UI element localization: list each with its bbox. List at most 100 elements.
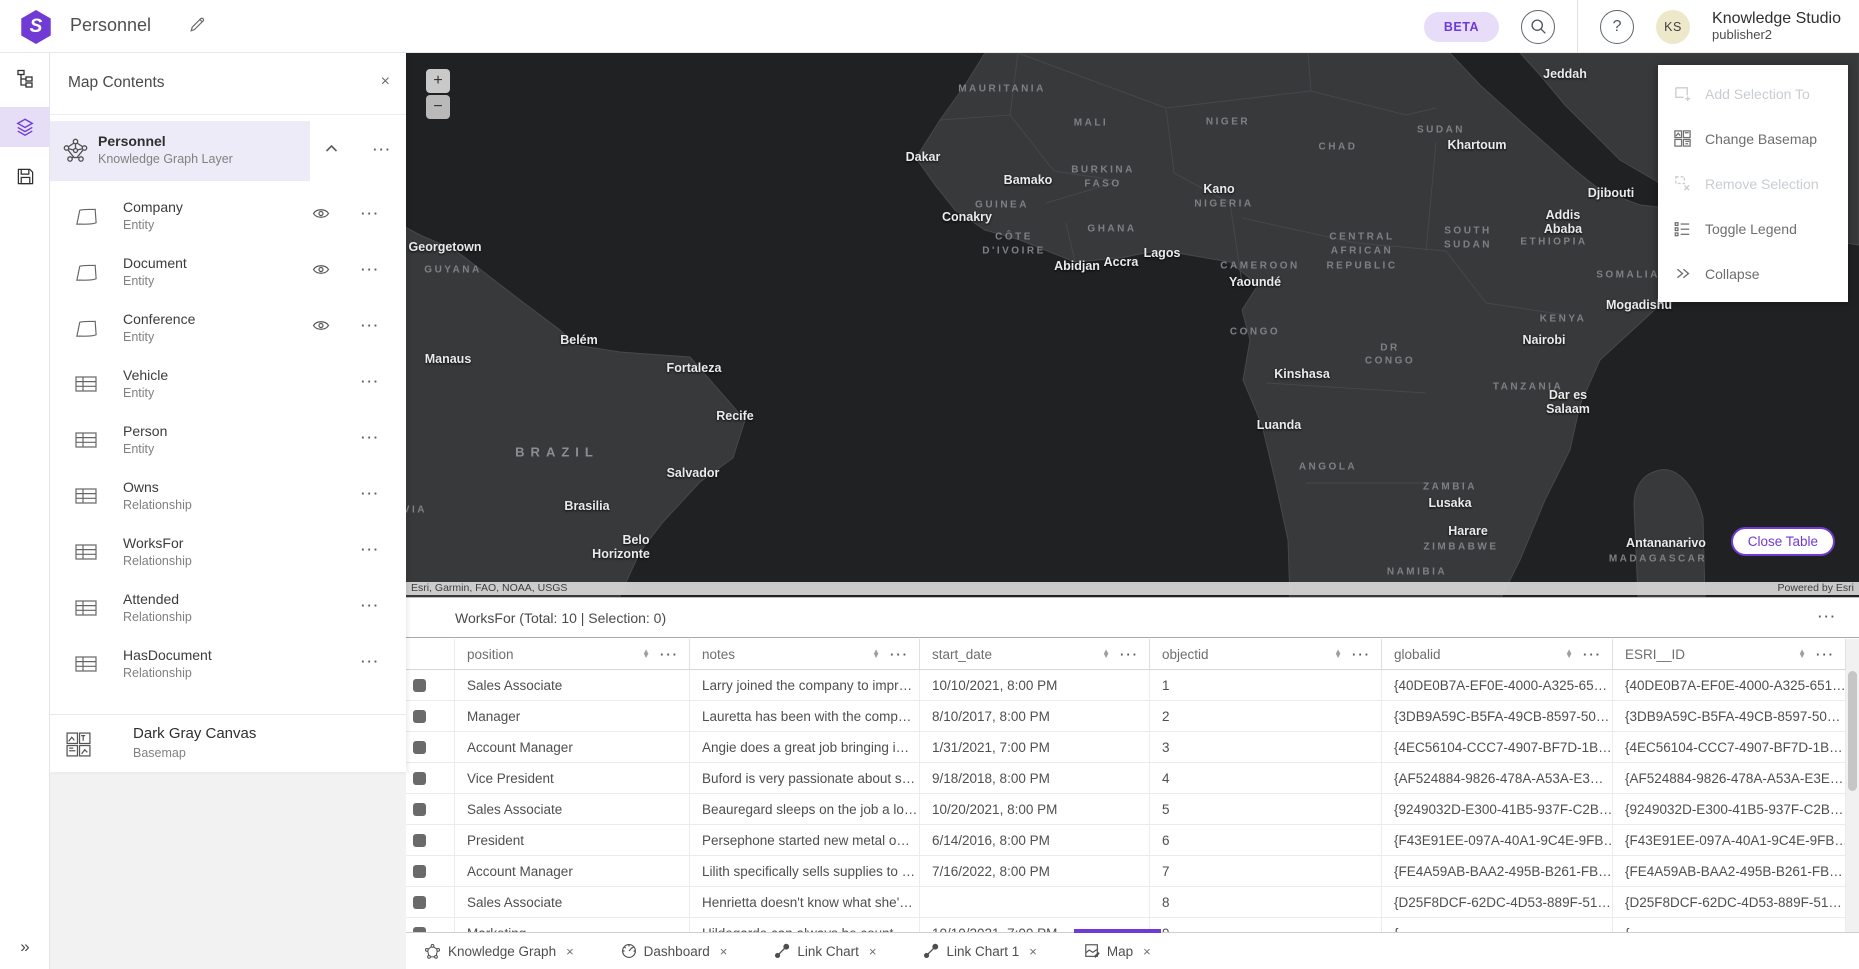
- visibility-eye-icon[interactable]: [312, 263, 330, 276]
- column-header-objectid: objectid▲▼···: [1150, 639, 1382, 669]
- layer-subtitle: Entity: [123, 386, 154, 400]
- knowledge-graph-layer-icon: [62, 137, 89, 164]
- menu-item-change-basemap[interactable]: Change Basemap: [1658, 116, 1848, 161]
- sort-icon[interactable]: ▲▼: [642, 650, 650, 659]
- row-checkbox[interactable]: [413, 710, 426, 723]
- column-menu-icon[interactable]: ···: [1120, 647, 1139, 662]
- close-panel-icon[interactable]: ×: [381, 73, 390, 91]
- map-view[interactable]: MAURITANIAMALINIGERCHADSUDANBURKINAFASOG…: [406, 53, 1859, 597]
- search-button[interactable]: [1521, 10, 1555, 44]
- layer-row-hasdocument[interactable]: HasDocumentRelationship···: [50, 638, 406, 694]
- table-menu-icon[interactable]: ···: [1818, 609, 1837, 624]
- layer-menu-icon[interactable]: ···: [361, 206, 380, 221]
- row-checkbox[interactable]: [413, 834, 426, 847]
- edit-title-icon[interactable]: [189, 16, 206, 33]
- tab-close-icon[interactable]: ×: [869, 944, 877, 959]
- layer-row-vehicle[interactable]: VehicleEntity···: [50, 358, 406, 414]
- tab-close-icon[interactable]: ×: [720, 944, 728, 959]
- row-checkbox[interactable]: [413, 772, 426, 785]
- tab-dashboard[interactable]: Dashboard×: [615, 933, 734, 969]
- dashboard-icon: [621, 943, 637, 959]
- table-cell: 2: [1150, 701, 1382, 731]
- column-menu-icon[interactable]: ···: [1352, 647, 1371, 662]
- expand-rail-button[interactable]: »: [0, 937, 50, 957]
- basemap-title: Dark Gray Canvas: [133, 725, 256, 742]
- table-cell: Marketing: [455, 918, 690, 933]
- column-menu-icon[interactable]: ···: [660, 647, 679, 662]
- tab-link-chart-1[interactable]: Link Chart 1×: [917, 933, 1042, 969]
- row-checkbox-cell: [406, 763, 455, 793]
- table-cell: Lauretta has been with the comp…: [690, 701, 920, 731]
- sort-icon[interactable]: ▲▼: [1102, 650, 1110, 659]
- basemap-row[interactable]: Dark Gray Canvas Basemap: [50, 714, 406, 772]
- help-button[interactable]: ?: [1600, 10, 1634, 44]
- layer-row-document[interactable]: DocumentEntity···: [50, 246, 406, 302]
- collapse-group-icon[interactable]: [325, 144, 338, 153]
- rail-item-layers[interactable]: [0, 107, 50, 147]
- layer-menu-icon[interactable]: ···: [361, 542, 380, 557]
- column-header-label: ESRI__ID: [1625, 647, 1788, 662]
- table-layer-icon: [74, 598, 98, 618]
- tab-close-icon[interactable]: ×: [1029, 944, 1037, 959]
- row-checkbox[interactable]: [413, 803, 426, 816]
- sort-icon[interactable]: ▲▼: [872, 650, 880, 659]
- sort-icon[interactable]: ▲▼: [1798, 650, 1806, 659]
- zoom-in-button[interactable]: +: [426, 69, 450, 93]
- row-checkbox[interactable]: [413, 741, 426, 754]
- menu-item-toggle-legend[interactable]: Toggle Legend: [1658, 206, 1848, 251]
- tab-knowledge-graph[interactable]: Knowledge Graph ×: [418, 933, 580, 969]
- close-table-button[interactable]: Close Table: [1731, 527, 1835, 556]
- table-cell: Account Manager: [455, 856, 690, 886]
- layer-group-personnel[interactable]: Personnel Knowledge Graph Layer: [50, 121, 310, 181]
- layer-row-conference[interactable]: ConferenceEntity···: [50, 302, 406, 358]
- layer-group-menu-icon[interactable]: ···: [373, 142, 392, 157]
- layer-menu-icon[interactable]: ···: [361, 654, 380, 669]
- account-block[interactable]: Knowledge Studio publisher2: [1712, 10, 1841, 43]
- tab-close-icon[interactable]: ×: [566, 944, 574, 959]
- menu-item-label: Remove Selection: [1705, 176, 1819, 192]
- visibility-eye-icon[interactable]: [312, 319, 330, 332]
- table-cell: Vice President: [455, 763, 690, 793]
- column-menu-icon[interactable]: ···: [1816, 647, 1835, 662]
- attribute-table-panel: WorksFor (Total: 10 | Selection: 0) ··· …: [406, 597, 1859, 932]
- layer-subtitle: Relationship: [123, 498, 192, 512]
- table-scrollbar-thumb[interactable]: [1848, 671, 1857, 791]
- layer-row-worksfor[interactable]: WorksForRelationship···: [50, 526, 406, 582]
- layer-title: HasDocument: [123, 647, 212, 663]
- layer-row-attended[interactable]: AttendedRelationship···: [50, 582, 406, 638]
- table-scrollbar[interactable]: [1846, 639, 1859, 933]
- layer-row-owns[interactable]: OwnsRelationship···: [50, 470, 406, 526]
- table-cell: 10/10/2021, 8:00 PM: [920, 670, 1150, 700]
- row-checkbox[interactable]: [413, 896, 426, 909]
- tab-close-icon[interactable]: ×: [1143, 944, 1151, 959]
- table-cell: 6: [1150, 825, 1382, 855]
- link-chart-icon: [923, 943, 939, 959]
- row-checkbox-cell: [406, 825, 455, 855]
- layer-menu-icon[interactable]: ···: [361, 262, 380, 277]
- table-cell: Buford is very passionate about s…: [690, 763, 920, 793]
- layer-row-person[interactable]: PersonEntity···: [50, 414, 406, 470]
- layer-menu-icon[interactable]: ···: [361, 374, 380, 389]
- row-checkbox[interactable]: [413, 865, 426, 878]
- row-checkbox[interactable]: [413, 679, 426, 692]
- table-title-bar: WorksFor (Total: 10 | Selection: 0) ···: [406, 598, 1859, 638]
- layer-row-company[interactable]: CompanyEntity···: [50, 190, 406, 246]
- sort-icon[interactable]: ▲▼: [1565, 650, 1573, 659]
- user-avatar[interactable]: KS: [1656, 10, 1690, 44]
- layer-menu-icon[interactable]: ···: [361, 486, 380, 501]
- layer-menu-icon[interactable]: ···: [361, 430, 380, 445]
- top-bar: S Personnel BETA ? KS Knowledge Studio p…: [0, 0, 1859, 53]
- zoom-out-button[interactable]: −: [426, 95, 450, 119]
- column-menu-icon[interactable]: ···: [1583, 647, 1602, 662]
- layer-menu-icon[interactable]: ···: [361, 598, 380, 613]
- layer-menu-icon[interactable]: ···: [361, 318, 380, 333]
- sort-icon[interactable]: ▲▼: [1334, 650, 1342, 659]
- tab-link-chart[interactable]: Link Chart×: [768, 933, 882, 969]
- menu-item-collapse[interactable]: Collapse: [1658, 251, 1848, 296]
- visibility-eye-icon[interactable]: [312, 207, 330, 220]
- rail-item-hierarchy[interactable]: [0, 58, 50, 98]
- tab-map[interactable]: Map×: [1078, 933, 1157, 969]
- tab-label: Knowledge Graph: [448, 944, 556, 959]
- rail-item-save[interactable]: [0, 156, 50, 196]
- column-menu-icon[interactable]: ···: [890, 647, 909, 662]
